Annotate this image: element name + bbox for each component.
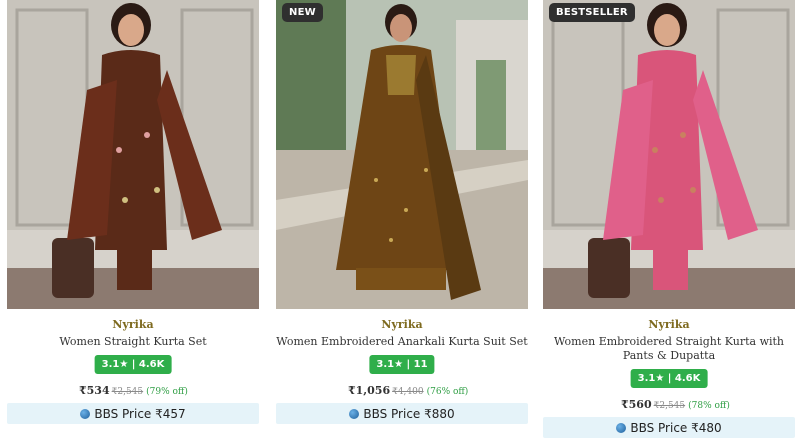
bbs-price: BBS Price ₹457 <box>94 406 186 421</box>
selling-price: ₹534 <box>79 384 110 397</box>
rating-badge: 3.1★ | 4.6K <box>630 369 708 388</box>
bbs-coin-icon <box>616 422 627 433</box>
discount-percent: (76% off) <box>426 387 469 397</box>
product-title[interactable]: Women Straight Kurta Set <box>7 335 259 349</box>
product-card[interactable]: BESTSELLER Nyrika Women Embroidered Stra… <box>543 0 795 442</box>
product-title[interactable]: Women Embroidered Anarkali Kurta Suit Se… <box>276 335 528 349</box>
original-price: ₹2,545 <box>653 401 686 411</box>
bbs-coin-icon <box>80 408 91 419</box>
selling-price: ₹1,056 <box>348 384 391 397</box>
price-row: ₹560 ₹2,545 (78% off) <box>621 398 730 411</box>
selling-price: ₹560 <box>621 398 652 411</box>
price-row: ₹1,056 ₹4,400 (76% off) <box>348 384 468 397</box>
bbs-price-bar: BBS Price ₹880 <box>276 403 528 424</box>
brand-name: Nyrika <box>381 318 423 331</box>
original-price: ₹2,545 <box>111 387 144 397</box>
product-card[interactable]: Nyrika Women Straight Kurta Set 3.1★ | 4… <box>7 0 259 442</box>
product-image[interactable] <box>543 0 795 309</box>
discount-percent: (79% off) <box>146 387 188 397</box>
brand-name: Nyrika <box>112 318 154 331</box>
new-badge: NEW <box>282 3 323 22</box>
bbs-price: BBS Price ₹480 <box>630 420 722 435</box>
original-price: ₹4,400 <box>392 387 424 397</box>
bestseller-badge: BESTSELLER <box>549 3 635 22</box>
bbs-price: BBS Price ₹880 <box>363 406 455 421</box>
product-image[interactable] <box>7 0 259 309</box>
rating-badge: 3.1★ | 4.6K <box>94 355 172 374</box>
product-image[interactable] <box>276 0 528 309</box>
rating-badge: 3.1★ | 11 <box>369 355 435 374</box>
bbs-price-bar: BBS Price ₹457 <box>7 403 259 424</box>
brand-name: Nyrika <box>648 318 690 331</box>
discount-percent: (78% off) <box>688 401 730 411</box>
product-title[interactable]: Women Embroidered Straight Kurta with Pa… <box>543 335 795 363</box>
bbs-coin-icon <box>349 408 360 419</box>
product-card[interactable]: NEW Nyrika Women Embroidered Anarkali Ku… <box>276 0 528 442</box>
bbs-price-bar: BBS Price ₹480 <box>543 417 795 438</box>
price-row: ₹534 ₹2,545 (79% off) <box>79 384 188 397</box>
